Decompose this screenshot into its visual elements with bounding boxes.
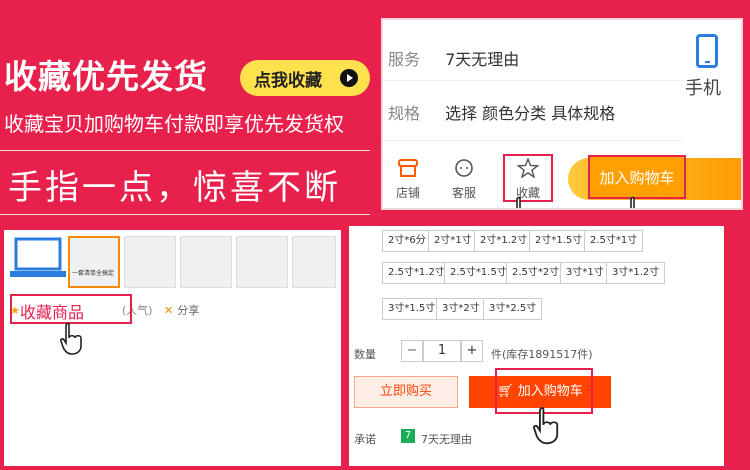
phone-label: 手机 xyxy=(685,78,721,99)
quantity-label: 数量 xyxy=(354,348,376,361)
collect-button[interactable]: 点我收藏 xyxy=(240,60,370,96)
tab-service-label: 客服 xyxy=(451,186,476,200)
spec-option[interactable]: 3寸*2寸 xyxy=(436,298,486,320)
spec-option[interactable]: 2.5寸*1寸 xyxy=(584,230,644,252)
product-gallery: 一套清单全搞定 ★ (人气) 收藏商品 ✕ 分享 xyxy=(4,230,341,466)
hand-pointer-icon xyxy=(533,407,559,445)
service-row: 服务 7天无理由 xyxy=(388,46,519,70)
favorite-label[interactable]: 收藏商品 xyxy=(20,299,84,323)
quantity-plus-button[interactable]: + xyxy=(461,340,483,362)
hand-pointer-icon xyxy=(516,196,521,208)
product-thumbnail[interactable] xyxy=(180,236,232,288)
phone-icon xyxy=(696,34,718,68)
promise-label: 承诺 xyxy=(354,433,376,446)
spec-option[interactable]: 3寸*1.2寸 xyxy=(606,262,666,284)
highlight-box xyxy=(503,154,553,202)
spec-value: 选择 颜色分类 具体规格 xyxy=(445,104,616,123)
service-key: 服务 xyxy=(388,50,421,69)
seven-days-badge: 7 xyxy=(401,429,415,443)
spec-key: 规格 xyxy=(388,104,421,123)
spec-option[interactable]: 3寸*1寸 xyxy=(560,262,610,284)
spec-option[interactable]: 2寸*1寸 xyxy=(428,230,478,252)
tab-store[interactable]: 店铺 xyxy=(383,158,433,201)
product-thumbnail[interactable] xyxy=(292,236,336,288)
thumb-caption: 一套清单全搞定 xyxy=(72,270,115,277)
spec-option[interactable]: 3寸*2.5寸 xyxy=(483,298,543,320)
seven-days-text: 7天无理由 xyxy=(421,433,472,446)
product-thumbnail[interactable] xyxy=(236,236,288,288)
share-icon: ✕ xyxy=(164,304,174,317)
hand-pointer-icon xyxy=(630,196,635,208)
spec-row[interactable]: 规格 选择 颜色分类 具体规格 xyxy=(388,100,615,124)
quantity-stepper[interactable]: − 1 + xyxy=(401,340,483,362)
promo-canvas: 收藏优先发货 点我收藏 收藏宝贝加购物车付款即享优先发货权 手指一点，惊喜不断 … xyxy=(0,0,750,470)
quantity-input[interactable]: 1 xyxy=(423,340,461,362)
divider xyxy=(383,140,683,141)
tab-store-label: 店铺 xyxy=(395,186,420,200)
spec-option[interactable]: 2寸*1.5寸 xyxy=(529,230,589,252)
product-thumbnail[interactable] xyxy=(124,236,176,288)
divider xyxy=(0,214,370,215)
spec-option[interactable]: 2寸*1.2寸 xyxy=(474,230,534,252)
spec-panel: 2寸*6分 2寸*1寸 2寸*1.2寸 2寸*1.5寸 2.5寸*1寸 2.5寸… xyxy=(349,226,724,466)
spec-option[interactable]: 3寸*1.5寸 xyxy=(382,298,442,320)
mobile-product-panel: 服务 7天无理由 规格 选择 颜色分类 具体规格 手机 店铺 客服 收藏 加入购… xyxy=(381,18,743,210)
quantity-minus-button[interactable]: − xyxy=(401,340,423,362)
spec-option[interactable]: 2.5寸*1.5寸 xyxy=(444,262,513,284)
spec-option[interactable]: 2.5寸*1.2寸 xyxy=(382,262,451,284)
hero-slogan: 手指一点，惊喜不断 xyxy=(8,168,341,208)
divider xyxy=(0,150,370,151)
mobile-add-cart-label: 加入购物车 xyxy=(588,155,686,199)
spec-option[interactable]: 2寸*6分 xyxy=(382,230,432,252)
share-button[interactable]: ✕ 分享 xyxy=(164,302,199,318)
spec-option[interactable]: 2.5寸*2寸 xyxy=(506,262,566,284)
product-thumbnail[interactable]: 一套清单全搞定 xyxy=(68,236,120,288)
hero-title: 收藏优先发货 xyxy=(4,57,208,96)
store-icon xyxy=(398,159,418,177)
mobile-add-cart-button[interactable]: 加入购物车 xyxy=(568,155,741,200)
buy-now-button[interactable]: 立即购买 xyxy=(354,376,458,408)
play-icon xyxy=(340,69,358,87)
laptop-icon xyxy=(10,237,66,277)
collect-button-label: 点我收藏 xyxy=(254,70,322,91)
hero-subtitle: 收藏宝贝加购物车付款即享优先发货权 xyxy=(4,112,344,136)
hand-pointer-icon xyxy=(60,322,82,355)
service-value: 7天无理由 xyxy=(445,50,520,69)
tab-service[interactable]: 客服 xyxy=(439,158,489,201)
chat-icon xyxy=(455,159,473,177)
stock-text: 件(库存1891517件) xyxy=(491,348,593,361)
divider xyxy=(383,80,683,81)
share-label: 分享 xyxy=(177,304,200,317)
